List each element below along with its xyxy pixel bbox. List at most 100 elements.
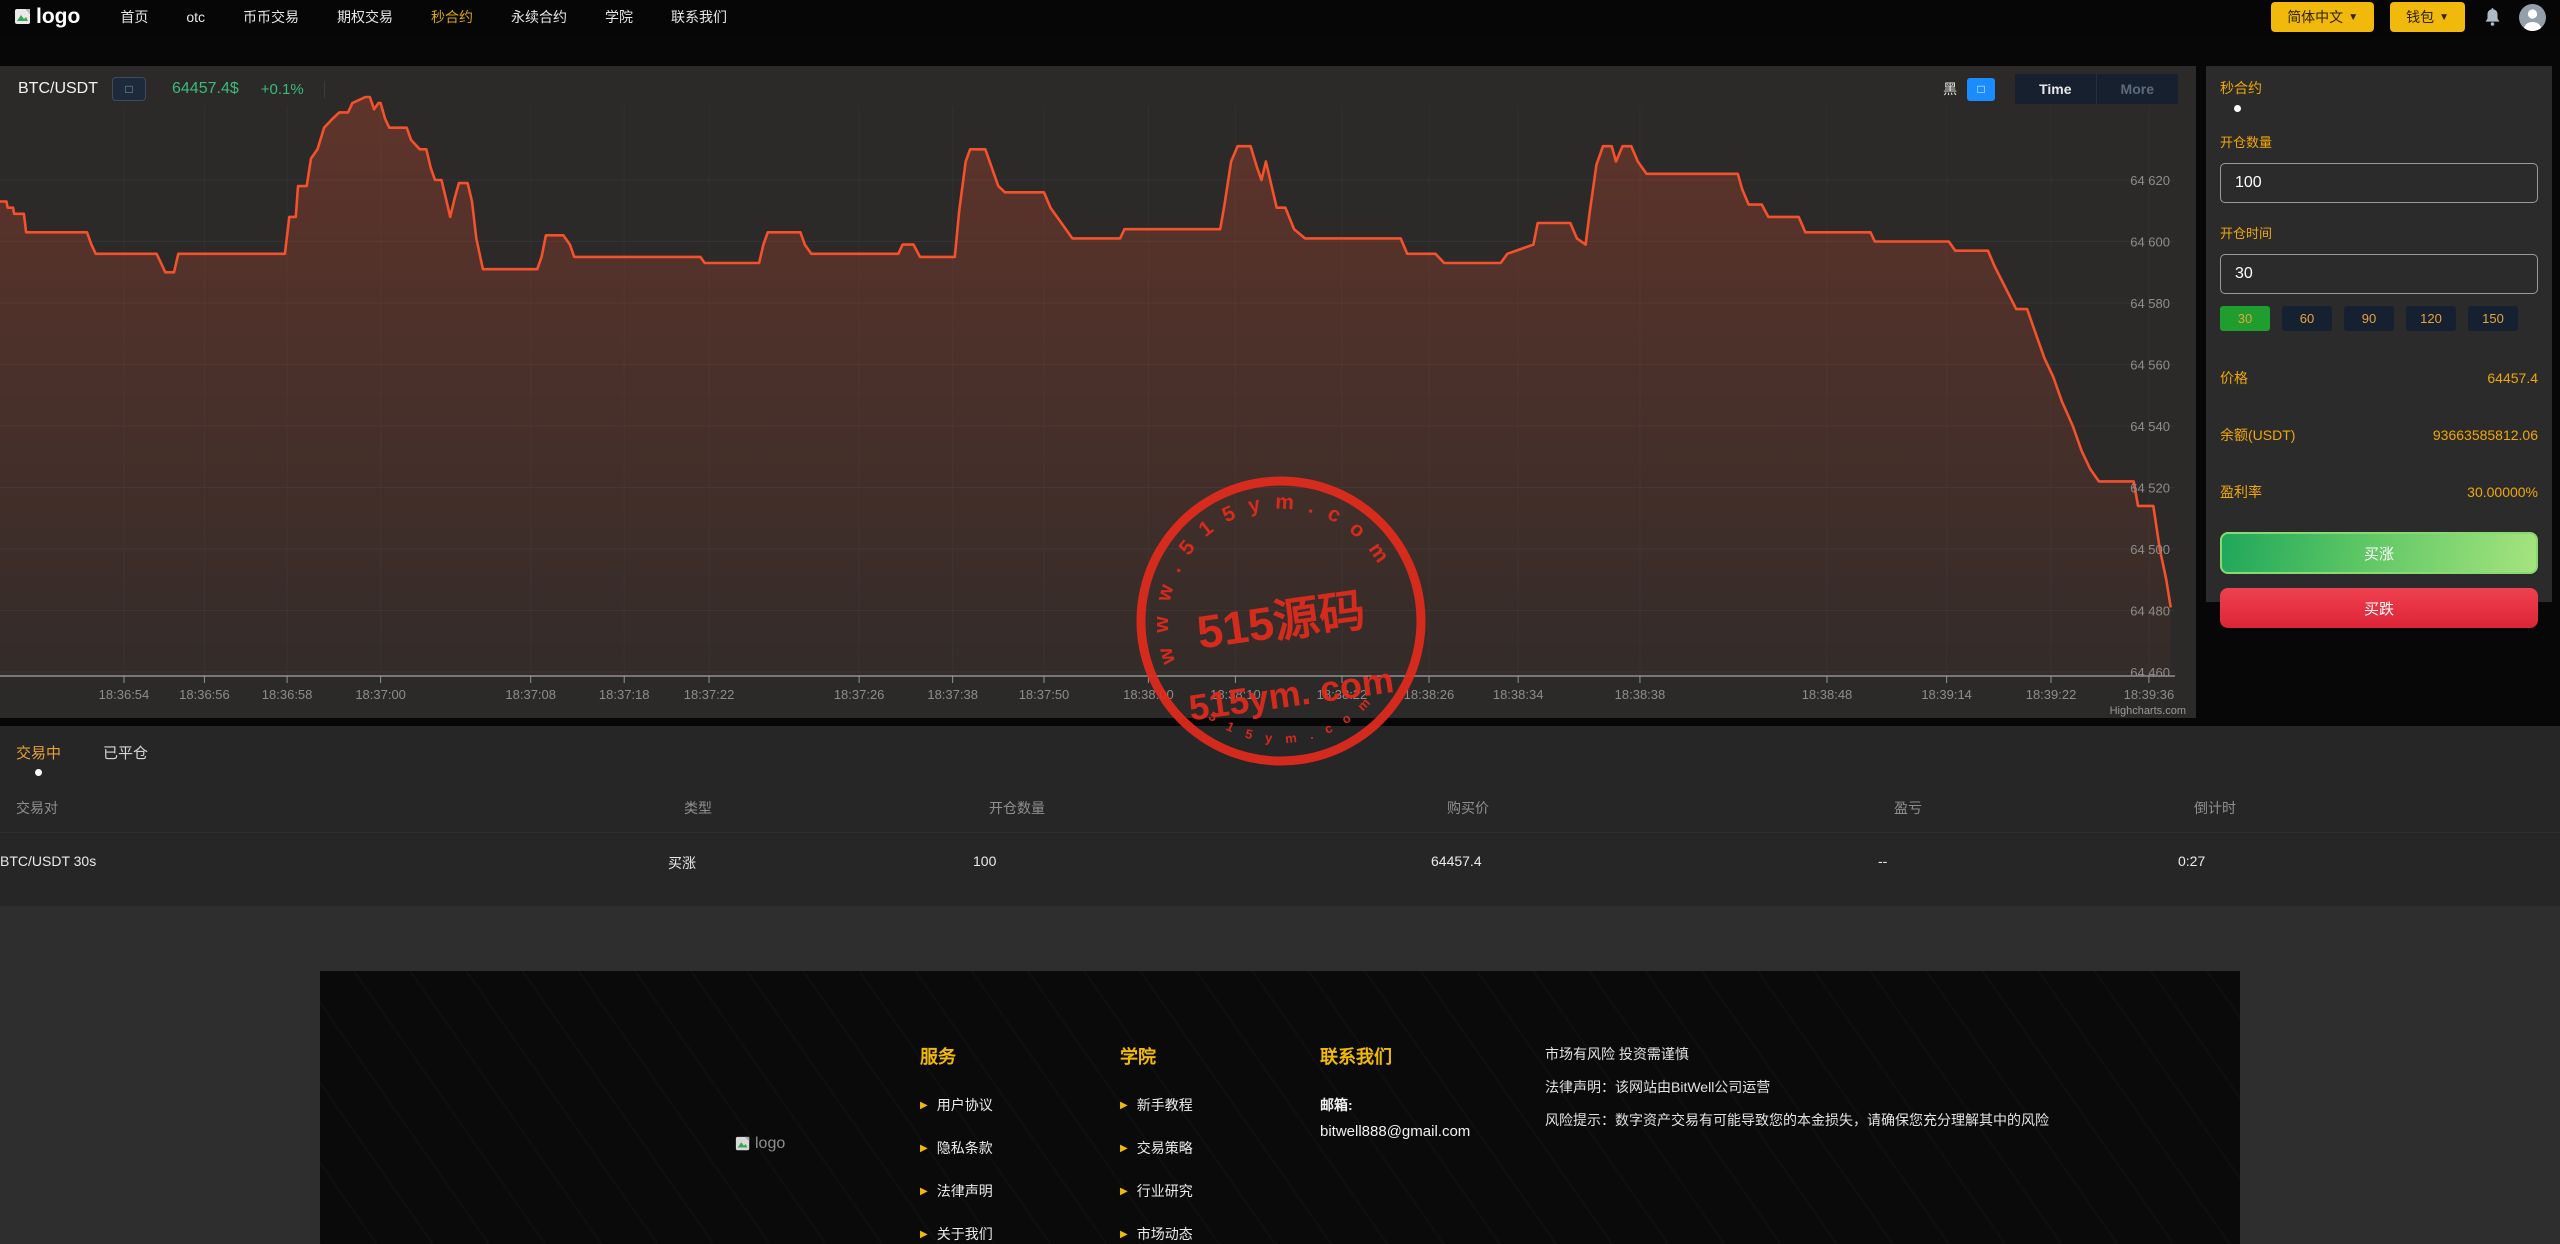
notification-bell-icon[interactable]: [2481, 6, 2503, 28]
footer-column-1: 服务 ▶用户协议 ▶ 隐私条款 ▶法律声明 ▶关于我们: [920, 1043, 1070, 1244]
contact-title: 联系我们: [1320, 1043, 1505, 1069]
table-cell: BTC/USDT 30s: [0, 853, 668, 873]
nav-item-8[interactable]: 联系我们: [671, 7, 727, 27]
x-tick-label: 18:39:22: [2026, 687, 2077, 702]
theme-light-toggle[interactable]: □: [1967, 78, 1995, 101]
arrow-right-icon: ▶: [920, 1143, 928, 1154]
nav-item-6[interactable]: 永续合约: [511, 7, 567, 27]
nav-item-5[interactable]: 秒合约: [431, 7, 473, 27]
nav-item-7[interactable]: 学院: [605, 7, 633, 27]
table-cell: 64457.4: [1431, 853, 1878, 873]
pair-select-button[interactable]: □: [112, 77, 146, 101]
quantity-input[interactable]: [2220, 163, 2538, 203]
time-option-30[interactable]: 30: [2220, 306, 2270, 331]
footer-link[interactable]: ▶交易策略: [1120, 1138, 1270, 1158]
main-content-row: 18:36:5418:36:5618:36:5818:37:0018:37:08…: [0, 34, 2560, 718]
tab-open[interactable]: 交易中: [16, 742, 61, 776]
footer-column-title: 服务: [920, 1043, 1070, 1069]
nav-item-2[interactable]: otc: [186, 9, 205, 25]
footer-column-title: 学院: [1120, 1043, 1270, 1069]
theme-dark-toggle[interactable]: 黑: [1943, 79, 1957, 99]
footer-column-2: 学院▶新手教程▶交易策略▶行业研究▶市场动态: [1120, 1043, 1270, 1244]
buy-up-button[interactable]: 买涨: [2220, 532, 2538, 574]
y-tick-label: 64 620: [2130, 173, 2170, 188]
sidebar-title: 秒合约: [2220, 78, 2538, 98]
positions-panel: 交易中已平仓 交易对类型开仓数量购买价盈亏倒计时 BTC/USDT 30s买涨1…: [0, 726, 2560, 906]
x-tick-label: 18:39:36: [2124, 687, 2175, 702]
y-tick-label: 64 460: [2130, 665, 2170, 680]
table-row: BTC/USDT 30s买涨10064457.4--0:27: [0, 835, 2560, 891]
footer-link-label: 法律声明: [937, 1181, 993, 1201]
y-tick-label: 64 600: [2130, 235, 2170, 250]
nav-items: 首页 otc 币币交易 期权交易 秒合约 永续合约 学院 联系我们: [120, 7, 727, 27]
footer-link[interactable]: ▶行业研究: [1120, 1181, 1270, 1201]
footer-link[interactable]: ▶用户协议: [920, 1095, 1070, 1115]
email-value[interactable]: bitwell888@gmail.com: [1320, 1123, 1505, 1140]
tab-closed[interactable]: 已平仓: [103, 742, 148, 776]
time-option-60[interactable]: 60: [2282, 306, 2332, 331]
site-logo[interactable]: logo: [14, 5, 80, 29]
x-tick-label: 18:39:14: [1921, 687, 1972, 702]
column-header: 盈亏: [1894, 798, 2194, 818]
footer-logo: logo: [735, 1043, 920, 1244]
footer-disclaimers: 市场有风险 投资需谨慎法律声明：该网站由BitWell公司运营风险提示：数字资产…: [1545, 1043, 2165, 1244]
buy-down-button[interactable]: 买跌: [2220, 588, 2538, 628]
chevron-down-icon: ▼: [2439, 12, 2449, 23]
current-price: 64457.4$: [172, 80, 239, 98]
email-label: 邮箱:: [1320, 1095, 1505, 1115]
footer-link-columns: 服务▶用户协议▶隐私条款▶法律声明▶关于我们学院▶新手教程▶交易策略▶行业研究▶…: [920, 1043, 1320, 1244]
open-time-input[interactable]: [2220, 254, 2538, 294]
x-tick-label: 18:37:08: [505, 687, 556, 702]
table-cell: 买涨: [668, 853, 973, 873]
order-sidebar: 秒合约 开仓数量 开仓时间 306090120150 价格 64457.4 余额…: [2206, 66, 2552, 602]
user-avatar[interactable]: [2519, 4, 2546, 31]
x-tick-label: 18:38:34: [1493, 687, 1544, 702]
x-tick-label: 18:37:18: [599, 687, 650, 702]
nav-item-3[interactable]: 币币交易: [243, 7, 299, 27]
more-chart-button[interactable]: More: [2096, 74, 2178, 104]
arrow-right-icon: ▶: [1120, 1229, 1128, 1240]
wallet-button[interactable]: 钱包 ▼: [2390, 2, 2465, 32]
balance-row-label: 余额(USDT): [2220, 425, 2295, 445]
price-change: +0.1%: [261, 81, 325, 98]
y-tick-label: 64 540: [2130, 419, 2170, 434]
column-header: 交易对: [16, 798, 684, 818]
column-header: 开仓数量: [989, 798, 1447, 818]
language-button[interactable]: 简体中文 ▼: [2271, 2, 2374, 32]
time-option-group: 30 60 90 120 150: [2220, 306, 2538, 331]
price-area-fill: [0, 97, 2171, 676]
time-option-90[interactable]: 90: [2344, 306, 2394, 331]
x-tick-label: 18:38:00: [1123, 687, 1174, 702]
footer-link[interactable]: ▶ 隐私条款: [920, 1138, 1070, 1158]
logo-text: logo: [36, 5, 80, 29]
arrow-right-icon: ▶: [1120, 1143, 1128, 1154]
y-tick-label: 64 480: [2130, 604, 2170, 619]
column-header: 倒计时: [2194, 798, 2560, 818]
chart-panel: 18:36:5418:36:5618:36:5818:37:0018:37:08…: [0, 66, 2196, 718]
footer-link-label: 新手教程: [1137, 1095, 1193, 1115]
nav-item-1[interactable]: 首页: [120, 7, 148, 27]
x-tick-label: 18:36:54: [99, 687, 150, 702]
footer-link[interactable]: ▶法律声明: [920, 1181, 1070, 1201]
positions-table-body: BTC/USDT 30s买涨10064457.4--0:27: [0, 835, 2560, 891]
arrow-right-icon: ▶: [1120, 1186, 1128, 1197]
x-tick-label: 18:38:38: [1615, 687, 1666, 702]
price-row-value: 64457.4: [2487, 370, 2538, 386]
footer-link[interactable]: ▶关于我们: [920, 1224, 1070, 1244]
footer-logo-text: logo: [755, 1135, 785, 1153]
footer-link[interactable]: ▶新手教程: [1120, 1095, 1270, 1115]
x-tick-label: 18:38:10: [1210, 687, 1261, 702]
chart-controls: 黑 □ Time More: [1943, 74, 2178, 104]
footer-link[interactable]: ▶市场动态: [1120, 1224, 1270, 1244]
open-time-label: 开仓时间: [2220, 223, 2538, 242]
time-option-120[interactable]: 120: [2406, 306, 2456, 331]
nav-item-4[interactable]: 期权交易: [337, 7, 393, 27]
footer-link-label: 隐私条款: [937, 1138, 993, 1158]
active-tab-dot: [35, 769, 42, 776]
time-option-150[interactable]: 150: [2468, 306, 2518, 331]
time-chart-button[interactable]: Time: [2015, 74, 2095, 104]
pair-label: BTC/USDT: [18, 80, 98, 98]
broken-image-icon: [735, 1136, 751, 1152]
footer-link-label: 用户协议: [937, 1095, 993, 1115]
column-header: 购买价: [1447, 798, 1894, 818]
